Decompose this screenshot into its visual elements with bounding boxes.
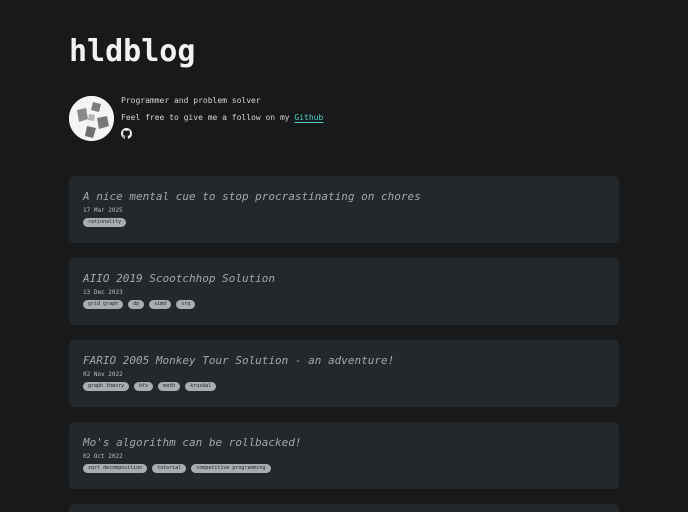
post-title[interactable]: AIIO 2019 Scootchhop Solution — [83, 272, 275, 286]
github-link[interactable]: Github — [294, 113, 323, 122]
follow-text: Feel free to give me a follow on my Gith… — [121, 113, 323, 122]
post-card[interactable]: FARIO 2005 Monkey Tour Solution - an adv… — [69, 340, 619, 407]
profile-section: Programmer and problem solver Feel free … — [69, 96, 629, 146]
post-tags: sqrt decomposition tutorial competitive … — [83, 464, 271, 473]
github-icon-glyph — [121, 128, 132, 139]
tag[interactable]: competitive programming — [191, 464, 271, 473]
post-tags: graph theory bfs math kruskal — [83, 382, 217, 391]
post-tags: rationality — [83, 218, 127, 227]
post-date: 02 Oct 2022 — [83, 453, 123, 460]
post-title[interactable]: Mo's algorithm can be rollbacked! — [83, 436, 302, 450]
post-tags: grid graph dp simd srq — [83, 300, 196, 309]
post-card[interactable]: A nice mental cue to stop procrastinatin… — [69, 176, 619, 243]
tag[interactable]: srq — [176, 300, 196, 309]
tag[interactable]: bfs — [134, 382, 154, 391]
tag[interactable]: tutorial — [152, 464, 187, 473]
post-card[interactable]: Mo's algorithm can be rollbacked! 02 Oct… — [69, 422, 619, 489]
tag[interactable]: math — [158, 382, 181, 391]
tag[interactable]: rationality — [83, 218, 127, 227]
post-title[interactable]: FARIO 2005 Monkey Tour Solution - an adv… — [83, 354, 394, 368]
github-icon[interactable] — [121, 128, 132, 139]
post-date: 17 Mar 2025 — [83, 207, 123, 214]
post-card[interactable]: AIIO 2019 Scootchhop Solution 13 Dec 202… — [69, 258, 619, 325]
tag[interactable]: sqrt decomposition — [83, 464, 148, 473]
page: hldblog Programmer and problem solver Fe… — [0, 0, 688, 512]
tag[interactable]: simd — [149, 300, 172, 309]
avatar-image — [69, 96, 114, 141]
tag[interactable]: grid graph — [83, 300, 124, 309]
post-card-partial[interactable] — [69, 504, 619, 512]
follow-text-label: Feel free to give me a follow on my — [121, 113, 295, 122]
tag[interactable]: graph theory — [83, 382, 130, 391]
avatar — [69, 96, 114, 141]
tag[interactable]: kruskal — [185, 382, 217, 391]
tag[interactable]: dp — [128, 300, 145, 309]
tagline: Programmer and problem solver — [121, 96, 261, 105]
post-date: 13 Dec 2023 — [83, 289, 123, 296]
post-title[interactable]: A nice mental cue to stop procrastinatin… — [83, 190, 421, 204]
site-title[interactable]: hldblog — [69, 34, 195, 70]
post-date: 02 Nov 2022 — [83, 371, 123, 378]
